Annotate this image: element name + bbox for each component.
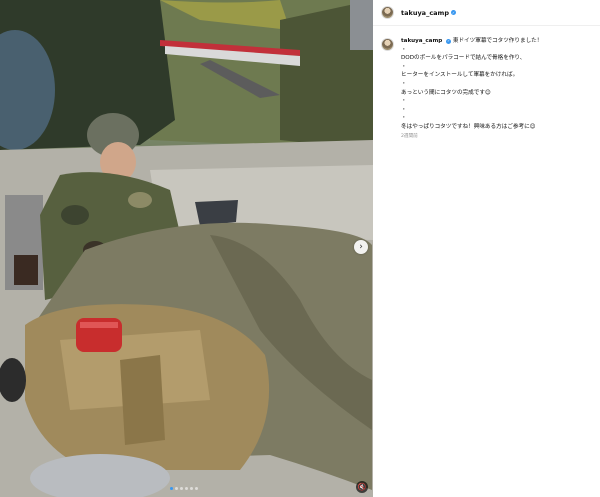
speaker-muted-icon: 🔇 — [357, 483, 367, 491]
post-media[interactable]: › 🔇 — [0, 0, 373, 497]
carousel-dot — [190, 487, 193, 490]
verified-badge-icon: ✓ — [446, 38, 452, 44]
carousel-indicator — [170, 487, 198, 490]
carousel-dot — [195, 487, 198, 490]
caption-line: ・ — [401, 46, 407, 53]
caption-line: ・ — [401, 63, 407, 70]
post-timestamp[interactable]: 2週間前 — [401, 133, 591, 142]
chevron-right-icon: › — [359, 242, 363, 252]
caption-line: ・ — [401, 98, 407, 105]
caption-line: ・ — [401, 106, 407, 113]
username-link[interactable]: takuya_camp — [401, 9, 449, 17]
caption-avatar[interactable] — [381, 38, 394, 51]
caption-line: DODのポールをパラコードで結んで骨格を作り、 — [401, 55, 526, 62]
caption-line-1: takuya_camp ✓ 東ドイツ軍幕でコタツ作りました！ — [401, 37, 591, 46]
caption-line: ・ — [401, 115, 407, 122]
carousel-next-button[interactable]: › — [354, 240, 368, 254]
caption-line: ・ — [401, 80, 407, 87]
carousel-dot — [180, 487, 183, 490]
caption-text: 東ドイツ軍幕でコタツ作りました！ — [452, 38, 543, 44]
carousel-dot — [170, 487, 173, 490]
caption-line: ヒーターをインストールして軍幕をかければ。 — [401, 72, 519, 79]
post-caption: takuya_camp ✓ 東ドイツ軍幕でコタツ作りました！ ・ DODのポール… — [373, 26, 600, 141]
avatar[interactable] — [381, 6, 394, 19]
audio-toggle-button[interactable]: 🔇 — [356, 481, 368, 493]
post-header: takuya_camp ✓ — [373, 0, 600, 26]
carousel-dot — [175, 487, 178, 490]
caption-line: 冬はやっぱりコタツですね！興味ある方はご参考に😊 — [401, 123, 536, 130]
caption-username-link[interactable]: takuya_camp — [401, 38, 442, 44]
post-sidebar: takuya_camp ✓ takuya_camp ✓ 東ドイツ軍幕でコタツ作り… — [373, 0, 600, 497]
camp-photo — [0, 0, 373, 497]
verified-badge-icon: ✓ — [450, 10, 456, 15]
caption-line: あっという間にコタツの完成です😊 — [401, 89, 491, 96]
carousel-dot — [185, 487, 188, 490]
